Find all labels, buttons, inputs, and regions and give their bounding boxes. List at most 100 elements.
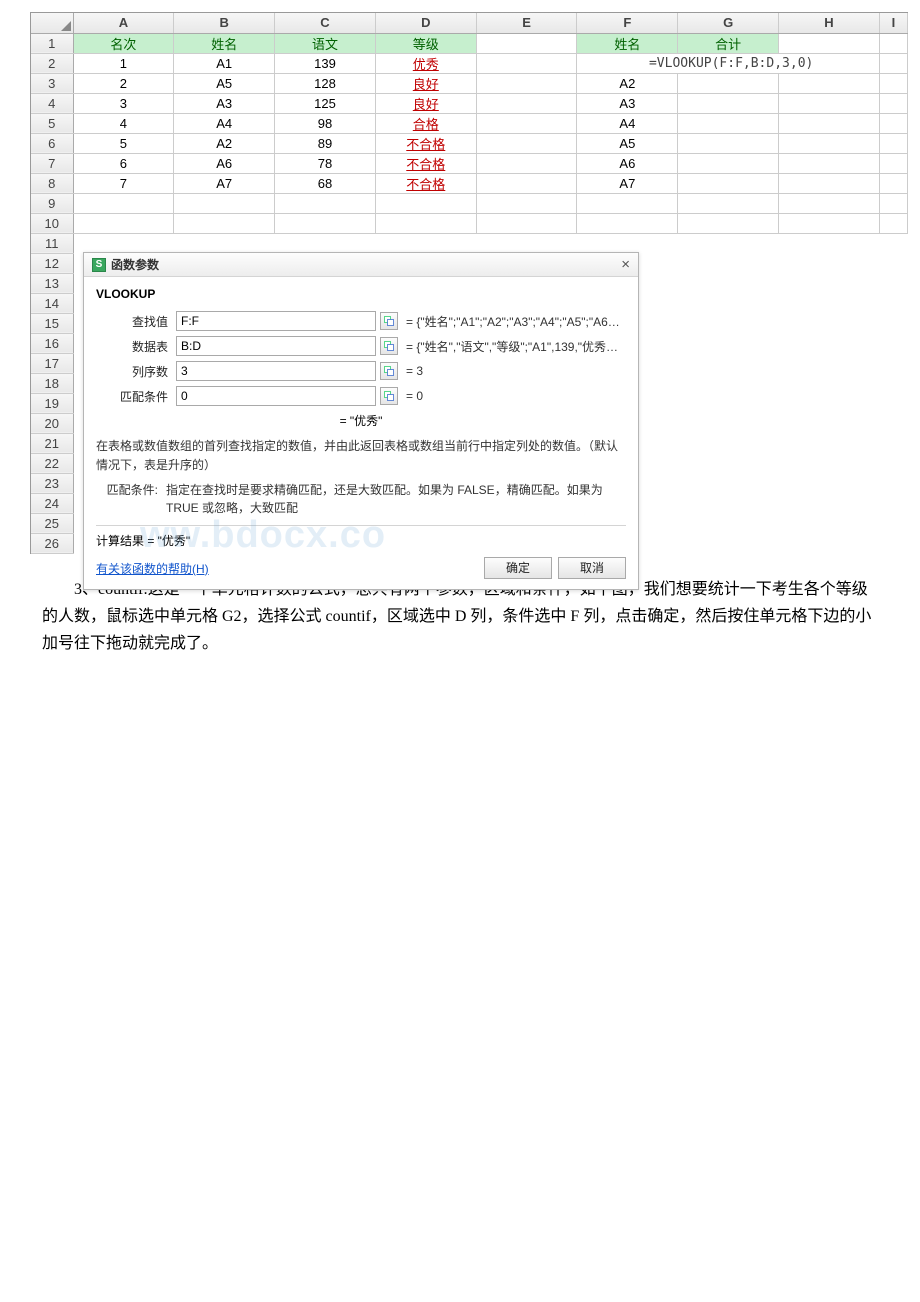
col-header[interactable]: B xyxy=(174,13,275,33)
range-selector-icon[interactable] xyxy=(380,337,398,355)
cell[interactable]: 不合格 xyxy=(375,133,476,153)
cell[interactable] xyxy=(879,113,907,133)
row-header[interactable]: 13 xyxy=(31,273,73,293)
cell[interactable] xyxy=(678,133,779,153)
cell[interactable]: 良好 xyxy=(375,93,476,113)
ok-button[interactable]: 确定 xyxy=(484,557,552,579)
range-selector-icon[interactable] xyxy=(380,387,398,405)
cell[interactable] xyxy=(476,173,577,193)
col-header[interactable]: A xyxy=(73,13,174,33)
cell[interactable]: 姓名 xyxy=(577,33,678,53)
cell[interactable]: A2 xyxy=(577,73,678,93)
range-selector-icon[interactable] xyxy=(380,362,398,380)
row-header[interactable]: 8 xyxy=(31,173,73,193)
col-header[interactable]: G xyxy=(678,13,779,33)
cell[interactable] xyxy=(678,113,779,133)
cell[interactable] xyxy=(879,173,907,193)
cell[interactable] xyxy=(879,93,907,113)
cell[interactable] xyxy=(476,193,577,213)
cell[interactable] xyxy=(476,53,577,73)
row-header[interactable]: 6 xyxy=(31,133,73,153)
row-header[interactable]: 26 xyxy=(31,533,73,553)
cell[interactable] xyxy=(476,113,577,133)
cell[interactable] xyxy=(275,193,376,213)
cell[interactable]: A3 xyxy=(174,93,275,113)
row-header[interactable]: 21 xyxy=(31,433,73,453)
param-input-table-array[interactable] xyxy=(176,336,376,356)
cell[interactable] xyxy=(879,53,907,73)
cell[interactable] xyxy=(275,213,376,233)
cell[interactable] xyxy=(174,193,275,213)
cell[interactable] xyxy=(73,193,174,213)
row-header[interactable]: 24 xyxy=(31,493,73,513)
cell[interactable]: 等级 xyxy=(375,33,476,53)
cell[interactable]: 不合格 xyxy=(375,173,476,193)
row-header[interactable]: 17 xyxy=(31,353,73,373)
select-all-corner[interactable] xyxy=(31,13,73,33)
cell[interactable] xyxy=(779,153,880,173)
cell[interactable] xyxy=(879,153,907,173)
row-header[interactable]: 22 xyxy=(31,453,73,473)
cell[interactable]: 128 xyxy=(275,73,376,93)
formula-cell[interactable]: =VLOOKUP(F:F,B:D,3,0) xyxy=(577,53,879,73)
row-header[interactable]: 7 xyxy=(31,153,73,173)
close-icon[interactable]: × xyxy=(621,253,630,277)
cell[interactable]: A2 xyxy=(174,133,275,153)
cell[interactable] xyxy=(476,33,577,53)
cell[interactable] xyxy=(577,193,678,213)
cell[interactable] xyxy=(678,93,779,113)
cell[interactable] xyxy=(174,213,275,233)
cell[interactable] xyxy=(779,93,880,113)
cell[interactable]: A6 xyxy=(577,153,678,173)
cell[interactable] xyxy=(476,213,577,233)
cell[interactable] xyxy=(577,213,678,233)
cell[interactable]: 2 xyxy=(73,73,174,93)
cell[interactable]: 合格 xyxy=(375,113,476,133)
cell[interactable] xyxy=(678,153,779,173)
cell[interactable] xyxy=(879,73,907,93)
cell[interactable]: 4 xyxy=(73,113,174,133)
cell[interactable] xyxy=(779,133,880,153)
help-link[interactable]: 有关该函数的帮助(H) xyxy=(96,560,209,577)
cell[interactable]: 78 xyxy=(275,153,376,173)
cell[interactable] xyxy=(779,33,880,53)
cell[interactable] xyxy=(375,193,476,213)
cell[interactable] xyxy=(476,133,577,153)
cell[interactable]: A6 xyxy=(174,153,275,173)
row-header[interactable]: 2 xyxy=(31,53,73,73)
cell[interactable]: 名次 xyxy=(73,33,174,53)
cell[interactable] xyxy=(678,73,779,93)
cell[interactable]: A1 xyxy=(174,53,275,73)
cell[interactable] xyxy=(73,213,174,233)
cell[interactable] xyxy=(476,153,577,173)
cell[interactable]: 6 xyxy=(73,153,174,173)
cell[interactable]: 3 xyxy=(73,93,174,113)
cancel-button[interactable]: 取消 xyxy=(558,557,626,579)
cell[interactable]: A3 xyxy=(577,93,678,113)
cell[interactable] xyxy=(779,173,880,193)
row-header[interactable]: 3 xyxy=(31,73,73,93)
row-header[interactable]: 16 xyxy=(31,333,73,353)
cell[interactable]: A4 xyxy=(577,113,678,133)
param-input-lookup-value[interactable] xyxy=(176,311,376,331)
row-header[interactable]: 11 xyxy=(31,233,73,253)
col-header[interactable]: H xyxy=(779,13,880,33)
cell[interactable]: 合计 xyxy=(678,33,779,53)
cell[interactable] xyxy=(779,113,880,133)
row-header[interactable]: 15 xyxy=(31,313,73,333)
col-header[interactable]: E xyxy=(476,13,577,33)
cell[interactable] xyxy=(879,133,907,153)
cell[interactable]: A5 xyxy=(577,133,678,153)
range-selector-icon[interactable] xyxy=(380,312,398,330)
row-header[interactable]: 12 xyxy=(31,253,73,273)
cell[interactable]: 语文 xyxy=(275,33,376,53)
dialog-titlebar[interactable]: S 函数参数 × xyxy=(84,253,638,277)
col-header[interactable]: C xyxy=(275,13,376,33)
cell[interactable]: 139 xyxy=(275,53,376,73)
cell[interactable] xyxy=(879,213,907,233)
row-header[interactable]: 20 xyxy=(31,413,73,433)
cell[interactable]: 7 xyxy=(73,173,174,193)
row-header[interactable]: 14 xyxy=(31,293,73,313)
row-header[interactable]: 5 xyxy=(31,113,73,133)
col-header[interactable]: F xyxy=(577,13,678,33)
